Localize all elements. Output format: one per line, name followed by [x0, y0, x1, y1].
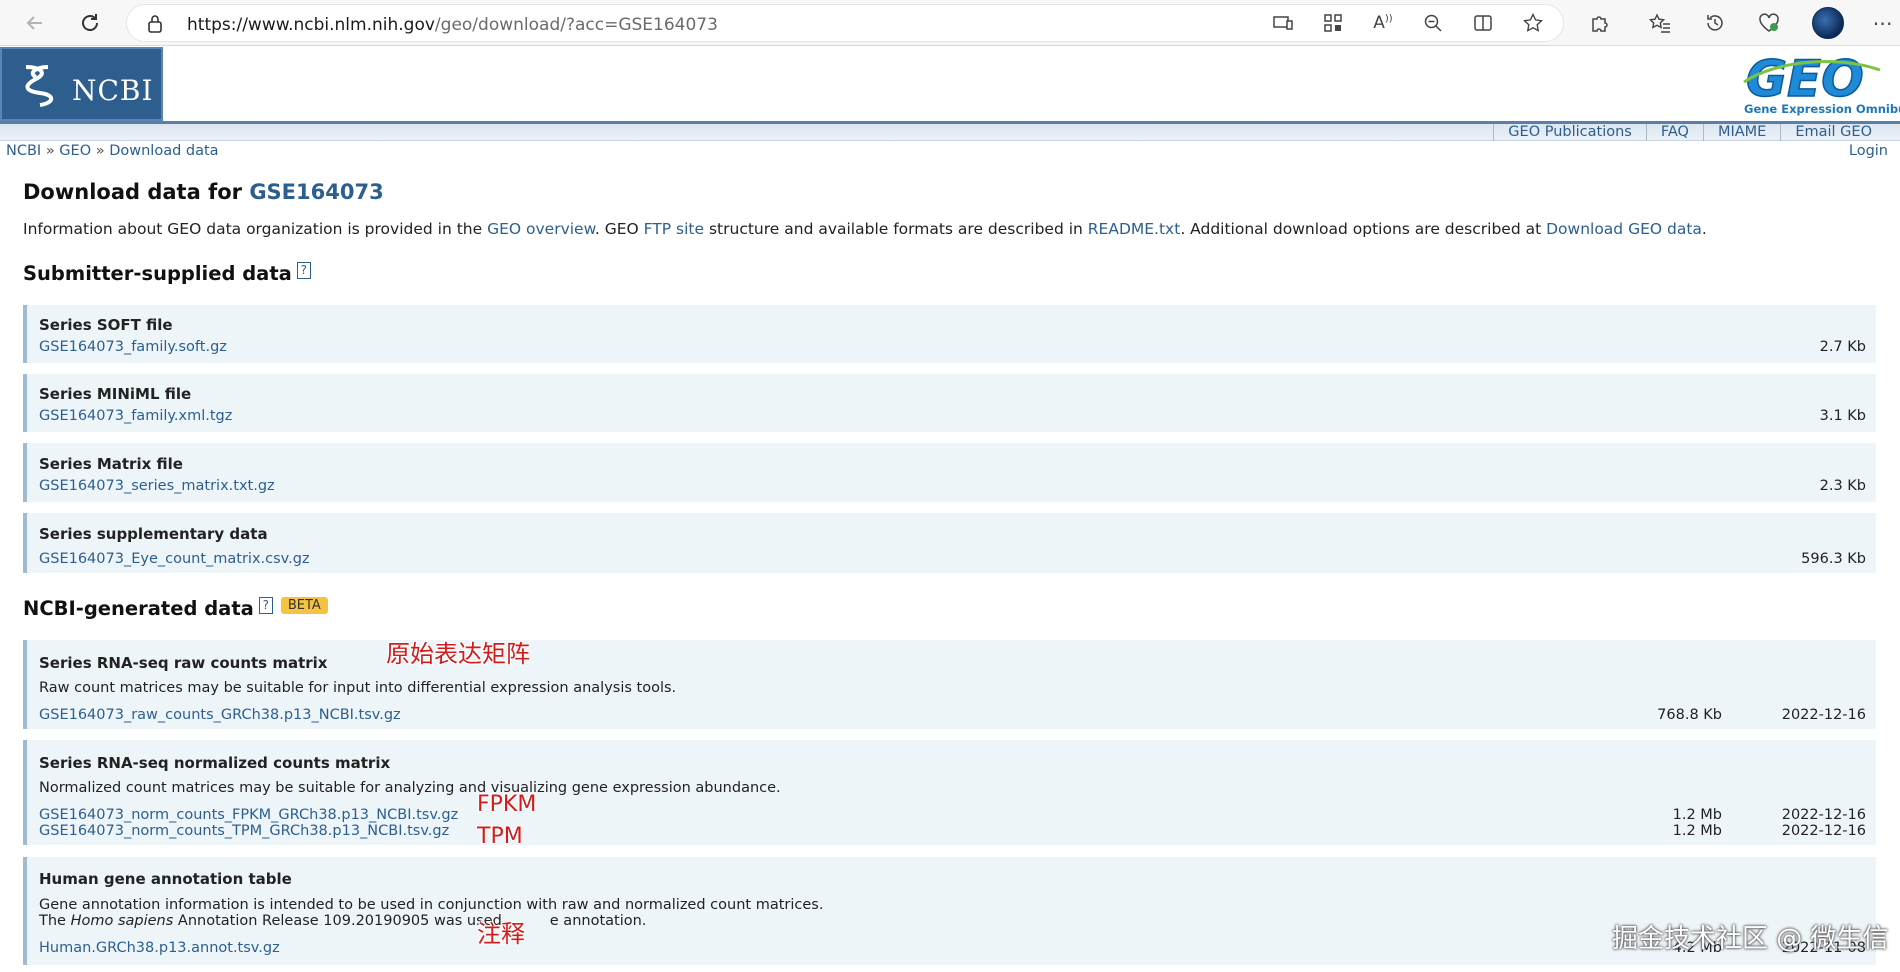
login-link[interactable]: Login — [1849, 143, 1888, 159]
more-menu-icon[interactable]: ⋯ — [1870, 11, 1896, 35]
nav-miame[interactable]: MIAME — [1702, 124, 1780, 141]
geo-overview-link[interactable]: GEO overview — [487, 220, 595, 238]
file-date: 2022-12-16 — [1781, 707, 1866, 723]
file-size: 3.1 Kb — [1819, 408, 1866, 424]
browser-toolbar: https://www.ncbi.nlm.nih.gov/geo/downloa… — [0, 0, 1900, 46]
accession-link[interactable]: GSE164073 — [249, 180, 383, 204]
qr-code-icon[interactable] — [1320, 11, 1346, 35]
file-box-title: Series RNA-seq normalized counts matrix — [39, 754, 391, 772]
annotation-fpkm: FPKM — [477, 792, 537, 817]
file-size: 596.3 Kb — [1801, 551, 1866, 567]
nav-geo-publications[interactable]: GEO Publications — [1493, 124, 1646, 141]
geo-logo-text: GEO — [1746, 52, 1864, 104]
ncbi-helix-icon — [25, 65, 54, 107]
file-box-description: Normalized count matrices may be suitabl… — [39, 780, 781, 796]
split-screen-icon[interactable] — [1470, 11, 1496, 35]
app-available-icon[interactable] — [1270, 11, 1296, 35]
extensions-icon[interactable] — [1586, 11, 1612, 35]
file-link-tpm[interactable]: GSE164073_norm_counts_TPM_GRCh38.p13_NCB… — [39, 823, 449, 839]
back-icon[interactable] — [20, 8, 50, 38]
ncbi-logo-text: NCBI — [72, 74, 154, 107]
annotation-tpm: TPM — [477, 824, 523, 849]
file-box-matrix: Series Matrix file GSE164073_series_matr… — [23, 443, 1876, 502]
file-box-title: Series supplementary data — [39, 525, 268, 543]
breadcrumb: NCBI » GEO » Download data — [6, 143, 219, 159]
download-geo-data-link[interactable]: Download GEO data — [1546, 220, 1702, 238]
file-box-title: Series SOFT file — [39, 316, 173, 334]
file-size: 768.8 Kb — [1657, 707, 1722, 723]
main-content: Download data for GSE164073 Information … — [23, 180, 1878, 238]
nav-email-geo[interactable]: Email GEO — [1780, 124, 1886, 141]
submitter-heading: Submitter-supplied data? — [23, 262, 311, 285]
file-link[interactable]: GSE164073_family.soft.gz — [39, 339, 227, 355]
ftp-site-link[interactable]: FTP site — [644, 220, 704, 238]
file-box-title: Human gene annotation table — [39, 870, 292, 888]
file-box-description-2: The Homo sapiens Annotation Release 109.… — [39, 913, 647, 929]
zoom-out-icon[interactable] — [1420, 11, 1446, 35]
watermark: 掘金技术社区 @ 微生信 — [1612, 924, 1889, 954]
help-icon[interactable]: ? — [258, 597, 273, 614]
address-bar[interactable]: https://www.ncbi.nlm.nih.gov/geo/downloa… — [126, 4, 1564, 42]
history-icon[interactable] — [1702, 11, 1728, 35]
file-link[interactable]: GSE164073_series_matrix.txt.gz — [39, 478, 275, 494]
annotation-raw-matrix: 原始表达矩阵 — [386, 640, 530, 668]
profile-avatar[interactable] — [1812, 7, 1844, 39]
file-size: 2.3 Kb — [1819, 478, 1866, 494]
file-box-description: Gene annotation information is intended … — [39, 897, 824, 913]
file-size: 1.2 Mb — [1672, 823, 1722, 839]
annotation-annotation: 注释 — [477, 920, 525, 948]
nav-faq[interactable]: FAQ — [1645, 124, 1703, 141]
favorites-icon[interactable] — [1647, 11, 1673, 35]
file-box-title: Series MINiML file — [39, 385, 192, 403]
file-link[interactable]: GSE164073_Eye_count_matrix.csv.gz — [39, 551, 310, 567]
breadcrumb-download-data[interactable]: Download data — [109, 143, 218, 159]
breadcrumb-geo[interactable]: GEO — [59, 143, 91, 159]
file-box-soft: Series SOFT file GSE164073_family.soft.g… — [23, 305, 1876, 363]
ncbi-generated-heading: NCBI-generated data? BETA — [23, 597, 328, 620]
file-link[interactable]: Human.GRCh38.p13.annot.tsv.gz — [39, 940, 280, 956]
lock-icon[interactable] — [147, 14, 163, 38]
file-box-miniml: Series MINiML file GSE164073_family.xml.… — [23, 374, 1876, 432]
geo-logo-mark: GEO — [1743, 49, 1881, 109]
geo-tagline: Gene Expression Omnibus — [1744, 102, 1900, 116]
read-aloud-icon[interactable]: A)) — [1370, 11, 1396, 35]
url-text: https://www.ncbi.nlm.nih.gov/geo/downloa… — [187, 15, 718, 35]
file-link[interactable]: GSE164073_raw_counts_GRCh38.p13_NCBI.tsv… — [39, 707, 401, 723]
file-box-description: Raw count matrices may be suitable for i… — [39, 680, 677, 696]
breadcrumb-ncbi[interactable]: NCBI — [6, 143, 41, 159]
file-box-supplementary: Series supplementary data GSE164073_Eye_… — [23, 513, 1876, 573]
geo-top-nav: GEO Publications FAQ MIAME Email GEO — [0, 124, 1900, 141]
file-box-title: Series Matrix file — [39, 455, 183, 473]
geo-logo[interactable]: GEO Gene Expression Omnibus — [1738, 49, 1900, 118]
ncbi-logo[interactable]: NCBI — [0, 47, 163, 121]
file-box-normalized-counts: Series RNA-seq normalized counts matrix … — [23, 740, 1876, 845]
intro-text: Information about GEO data organization … — [23, 220, 1707, 238]
browser-essentials-icon[interactable] — [1756, 11, 1782, 35]
file-size: 1.2 Mb — [1672, 807, 1722, 823]
file-link[interactable]: GSE164073_family.xml.tgz — [39, 408, 232, 424]
file-size: 2.7 Kb — [1819, 339, 1866, 355]
readme-link[interactable]: README.txt — [1088, 220, 1181, 238]
file-date: 2022-12-16 — [1781, 823, 1866, 839]
file-box-title: Series RNA-seq raw counts matrix — [39, 654, 328, 672]
page-title: Download data for GSE164073 — [23, 180, 384, 204]
file-box-raw-counts: Series RNA-seq raw counts matrix Raw cou… — [23, 640, 1876, 729]
file-box-annotation: Human gene annotation table Gene annotat… — [23, 857, 1876, 965]
favorite-star-icon[interactable] — [1520, 11, 1546, 35]
help-icon[interactable]: ? — [296, 262, 311, 279]
beta-badge: BETA — [280, 597, 328, 614]
reload-icon[interactable] — [75, 8, 105, 38]
file-link-fpkm[interactable]: GSE164073_norm_counts_FPKM_GRCh38.p13_NC… — [39, 807, 458, 823]
file-date: 2022-12-16 — [1781, 807, 1866, 823]
